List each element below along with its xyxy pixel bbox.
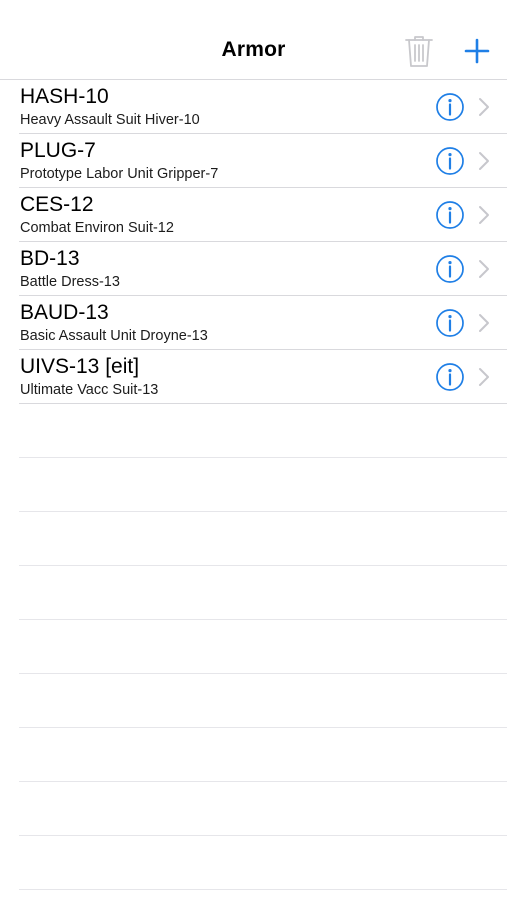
plus-icon [464,38,490,64]
empty-row-separator [19,457,507,458]
chevron-right-icon [478,205,490,225]
armor-name: Combat Environ Suit-12 [20,220,174,236]
empty-row-separator [19,673,507,674]
armor-name: Prototype Labor Unit Gripper-7 [20,166,219,182]
delete-button[interactable] [402,33,436,69]
armor-name: Heavy Assault Suit Hiver-10 [20,112,200,128]
empty-row-separator [19,511,507,512]
armor-row[interactable]: CES-12 Combat Environ Suit-12 [19,188,507,242]
empty-row-separator [19,619,507,620]
navigation-bar: Armor [0,0,507,80]
empty-row-separator [19,889,507,890]
chevron-right-icon [478,259,490,279]
armor-row[interactable]: HASH-10 Heavy Assault Suit Hiver-10 [19,80,507,134]
armor-code: BAUD-13 [20,301,109,324]
armor-name: Basic Assault Unit Droyne-13 [20,328,208,344]
trash-icon [405,36,433,67]
empty-row-separator [19,781,507,782]
armor-code: HASH-10 [20,85,109,108]
armor-code: BD-13 [20,247,80,270]
info-icon[interactable] [435,146,465,176]
chevron-right-icon [478,367,490,387]
armor-name: Ultimate Vacc Suit-13 [20,382,159,398]
empty-row-separator [19,565,507,566]
armor-row[interactable]: BAUD-13 Basic Assault Unit Droyne-13 [19,296,507,350]
armor-code: CES-12 [20,193,94,216]
empty-row-separator [19,835,507,836]
chevron-right-icon [478,97,490,117]
info-icon[interactable] [435,200,465,230]
armor-row[interactable]: UIVS-13 [eit] Ultimate Vacc Suit-13 [19,350,507,404]
info-icon[interactable] [435,362,465,392]
armor-code: UIVS-13 [eit] [20,355,140,378]
empty-row-separator [19,727,507,728]
info-icon[interactable] [435,254,465,284]
armor-name: Battle Dress-13 [20,274,120,290]
armor-row[interactable]: PLUG-7 Prototype Labor Unit Gripper-7 [19,134,507,188]
info-icon[interactable] [435,92,465,122]
chevron-right-icon [478,151,490,171]
chevron-right-icon [478,313,490,333]
info-icon[interactable] [435,308,465,338]
armor-row[interactable]: BD-13 Battle Dress-13 [19,242,507,296]
armor-list: HASH-10 Heavy Assault Suit Hiver-10 PLUG-7… [0,80,507,404]
armor-code: PLUG-7 [20,139,96,162]
add-button[interactable] [460,34,494,68]
